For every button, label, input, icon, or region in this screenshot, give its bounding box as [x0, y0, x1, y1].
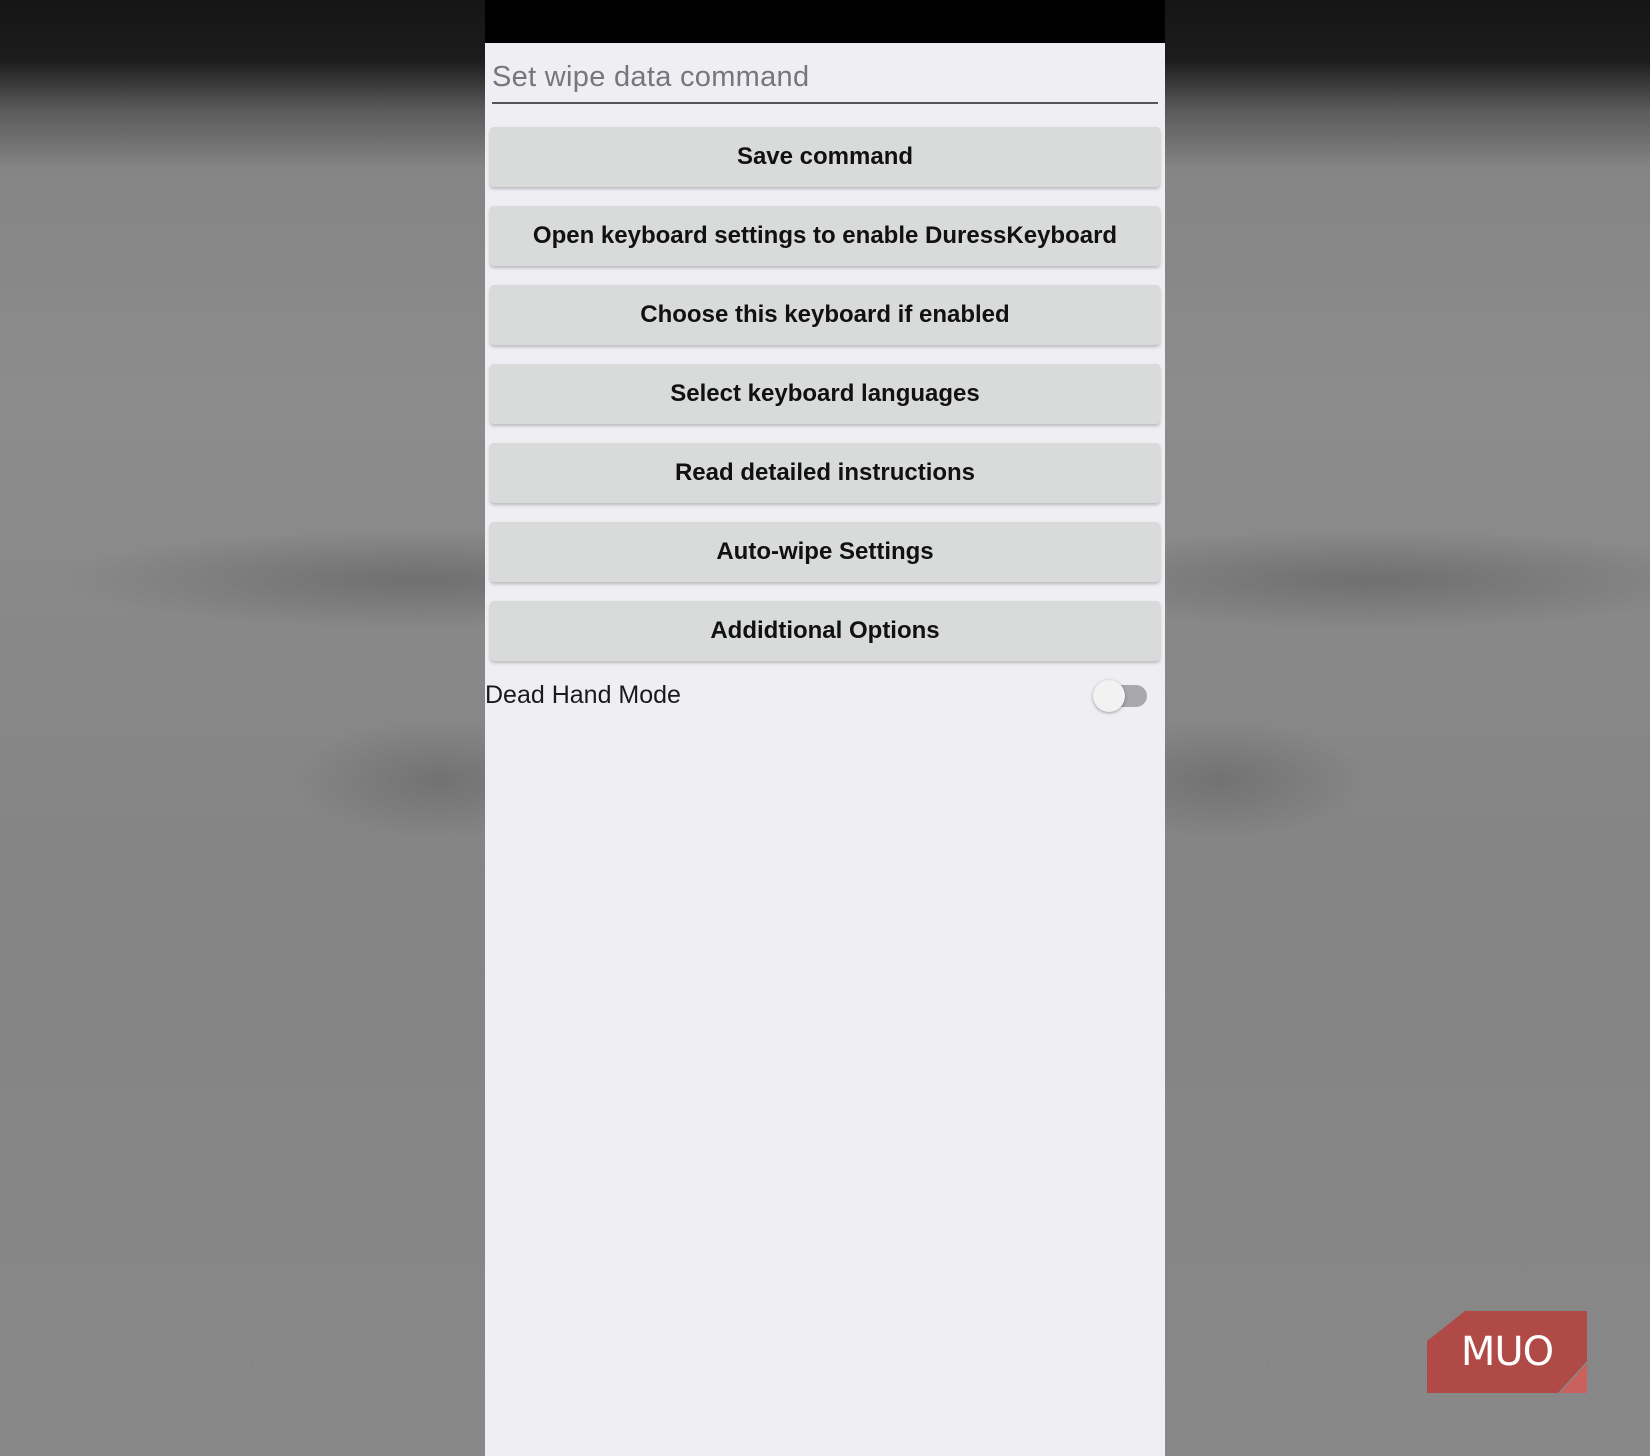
- read-instructions-button[interactable]: Read detailed instructions: [490, 443, 1160, 503]
- select-languages-button[interactable]: Select keyboard languages: [490, 364, 1160, 424]
- choose-keyboard-button[interactable]: Choose this keyboard if enabled: [490, 285, 1160, 345]
- status-bar: [485, 0, 1165, 43]
- toggle-thumb: [1093, 680, 1125, 712]
- dead-hand-mode-row: Dead Hand Mode: [485, 668, 1165, 724]
- app-screen: Save command Open keyboard settings to e…: [485, 0, 1165, 1456]
- open-keyboard-settings-button[interactable]: Open keyboard settings to enable DuressK…: [490, 206, 1160, 266]
- wipe-command-input[interactable]: [492, 52, 1158, 102]
- auto-wipe-settings-button[interactable]: Auto-wipe Settings: [490, 522, 1160, 582]
- dead-hand-mode-toggle[interactable]: [1093, 680, 1149, 712]
- logo-text: MUO: [1460, 1329, 1554, 1375]
- save-command-button[interactable]: Save command: [490, 127, 1160, 187]
- additional-options-button[interactable]: Addidtional Options: [490, 601, 1160, 661]
- muo-logo: MUO: [1427, 1311, 1587, 1393]
- wipe-command-field-container: [492, 52, 1158, 104]
- dead-hand-mode-label: Dead Hand Mode: [485, 681, 681, 709]
